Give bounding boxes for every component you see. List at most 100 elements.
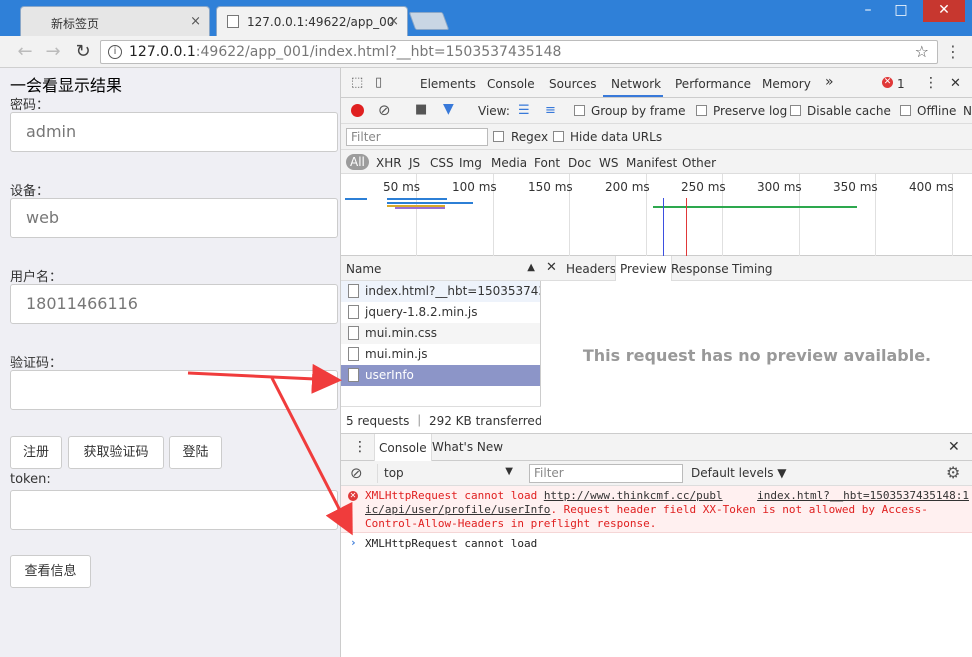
error-url-link-cont[interactable]: ic/api/user/profile/userInfo: [365, 503, 550, 516]
more-tabs-icon[interactable]: »: [825, 74, 834, 90]
maximize-button[interactable]: □: [886, 0, 916, 22]
no-preview-message: This request has no preview available.: [582, 346, 932, 365]
type-filter-media[interactable]: Media: [491, 156, 527, 170]
type-filter-all[interactable]: All: [346, 154, 369, 170]
offline-checkbox[interactable]: [900, 105, 911, 116]
minimize-button[interactable]: –: [853, 0, 883, 22]
context-value: top: [384, 466, 404, 480]
error-url-link[interactable]: http://www.thinkcmf.cc/publ: [544, 489, 723, 502]
name-column-header[interactable]: Name: [346, 262, 381, 276]
large-rows-icon[interactable]: ☰: [518, 103, 530, 118]
tab-headers[interactable]: Headers: [566, 262, 616, 276]
throttling-truncated[interactable]: N: [963, 104, 972, 118]
waterfall-view-icon[interactable]: ≡: [545, 103, 556, 118]
console-settings-gear-icon[interactable]: ⚙: [946, 463, 960, 482]
tab-performance[interactable]: Performance: [675, 77, 751, 91]
tab-network[interactable]: Network: [611, 77, 661, 91]
devtools-panel: ⬚ ▯ Elements Console Sources Network Per…: [340, 68, 972, 657]
error-source-link[interactable]: index.html?__hbt=1503537435148:1: [757, 489, 969, 503]
device-toolbar-icon[interactable]: ▯: [375, 75, 382, 90]
tab-memory[interactable]: Memory: [762, 77, 811, 91]
password-input[interactable]: admin: [10, 112, 338, 152]
browser-tab-app[interactable]: 127.0.0.1:49622/app_00 ×: [216, 6, 408, 36]
request-row[interactable]: mui.min.js: [341, 344, 540, 365]
hide-data-urls-checkbox[interactable]: [553, 131, 564, 142]
forward-button[interactable]: →: [42, 41, 64, 63]
disable-cache-checkbox[interactable]: [790, 105, 801, 116]
type-filter-doc[interactable]: Doc: [568, 156, 591, 170]
drawer-menu-icon[interactable]: ⋮: [353, 439, 367, 455]
network-overview-timeline[interactable]: 50 ms 100 ms 150 ms 200 ms 250 ms 300 ms…: [341, 174, 972, 256]
window-close-button[interactable]: ✕: [923, 0, 965, 22]
console-group-entry[interactable]: › XMLHttpRequest cannot load: [341, 535, 972, 553]
type-filter-manifest[interactable]: Manifest: [626, 156, 677, 170]
inspect-element-icon[interactable]: ⬚: [351, 75, 363, 90]
sort-icon[interactable]: ▲: [527, 262, 535, 273]
network-toolbar: ⊘ ■ ▼ View: ☰ ≡ Group by frame Preserve …: [341, 98, 972, 124]
preserve-log-checkbox[interactable]: [696, 105, 707, 116]
view-info-button[interactable]: 查看信息: [10, 555, 91, 588]
detail-close-icon[interactable]: ✕: [546, 260, 557, 275]
tab-timing[interactable]: Timing: [732, 262, 773, 276]
url-host: 127.0.0.1: [129, 44, 196, 60]
type-filter-img[interactable]: Img: [459, 156, 482, 170]
username-input[interactable]: 18011466116: [10, 284, 338, 324]
register-button[interactable]: 注册: [10, 436, 62, 469]
new-tab-button[interactable]: [408, 12, 450, 30]
tab-close-icon[interactable]: ×: [190, 14, 201, 29]
clear-icon[interactable]: ⊘: [378, 101, 391, 119]
type-filter-xhr[interactable]: XHR: [376, 156, 402, 170]
error-count[interactable]: 1: [897, 77, 905, 91]
tab-console[interactable]: Console: [487, 77, 535, 91]
drawer-close-icon[interactable]: ✕: [948, 439, 960, 455]
devtools-menu-icon[interactable]: ⋮: [924, 75, 938, 91]
drawer-tab-console[interactable]: Console: [374, 434, 432, 461]
filter-funnel-icon[interactable]: ▼: [443, 101, 454, 117]
request-row[interactable]: mui.min.css: [341, 323, 540, 344]
devtools-close-icon[interactable]: ✕: [950, 76, 961, 91]
address-bar[interactable]: i 127.0.0.1:49622/app_001/index.html?__h…: [100, 40, 938, 64]
tab-sources[interactable]: Sources: [549, 77, 596, 91]
error-count-icon[interactable]: ✕: [882, 77, 893, 88]
tab-close-icon[interactable]: ×: [388, 14, 399, 29]
console-filter-input[interactable]: Filter: [529, 464, 683, 483]
waterfall-bar: [387, 198, 447, 200]
browser-menu-icon[interactable]: ⋮: [945, 42, 961, 61]
get-code-button[interactable]: 获取验证码: [68, 436, 164, 469]
captcha-input[interactable]: [10, 370, 338, 410]
reload-button[interactable]: ↻: [72, 41, 94, 63]
request-row-selected[interactable]: userInfo: [341, 365, 540, 386]
regex-checkbox[interactable]: [493, 131, 504, 142]
request-list-header[interactable]: Name ▲: [341, 256, 541, 281]
record-icon[interactable]: [351, 104, 364, 117]
context-select[interactable]: top ▼: [377, 464, 517, 483]
tab-elements[interactable]: Elements: [420, 77, 476, 91]
offline-label: Offline: [917, 104, 957, 118]
drawer-tab-whats-new[interactable]: What's New: [432, 440, 503, 454]
login-button[interactable]: 登陆: [169, 436, 222, 469]
network-filter-input[interactable]: Filter: [346, 128, 488, 146]
type-filter-css[interactable]: CSS: [430, 156, 454, 170]
capture-screenshots-icon[interactable]: ■: [415, 102, 427, 117]
type-filter-other[interactable]: Other: [682, 156, 716, 170]
back-button[interactable]: ←: [14, 41, 36, 63]
request-row[interactable]: index.html?__hbt=1503537435...: [341, 281, 540, 302]
site-info-icon[interactable]: i: [108, 45, 122, 59]
device-input[interactable]: web: [10, 198, 338, 238]
bookmark-star-icon[interactable]: ☆: [915, 42, 929, 61]
browser-tab-newtab[interactable]: 新标签页 ×: [20, 6, 210, 36]
request-row[interactable]: jquery-1.8.2.min.js: [341, 302, 540, 323]
network-summary: 5 requests ｜ 292 KB transferred ｜ ...: [341, 406, 541, 431]
console-clear-icon[interactable]: ⊘: [350, 464, 363, 482]
group-by-frame-checkbox[interactable]: [574, 105, 585, 116]
type-filter-font[interactable]: Font: [534, 156, 560, 170]
token-input[interactable]: [10, 490, 338, 530]
log-levels-select[interactable]: Default levels ▼: [691, 466, 787, 480]
error-icon: ✕: [348, 491, 358, 501]
type-filter-ws[interactable]: WS: [599, 156, 618, 170]
type-filter-js[interactable]: JS: [409, 156, 420, 170]
regex-label: Regex: [511, 130, 549, 144]
tab-response[interactable]: Response: [671, 262, 729, 276]
tab-preview[interactable]: Preview: [615, 256, 672, 281]
expand-chevron-icon[interactable]: ›: [350, 536, 357, 549]
